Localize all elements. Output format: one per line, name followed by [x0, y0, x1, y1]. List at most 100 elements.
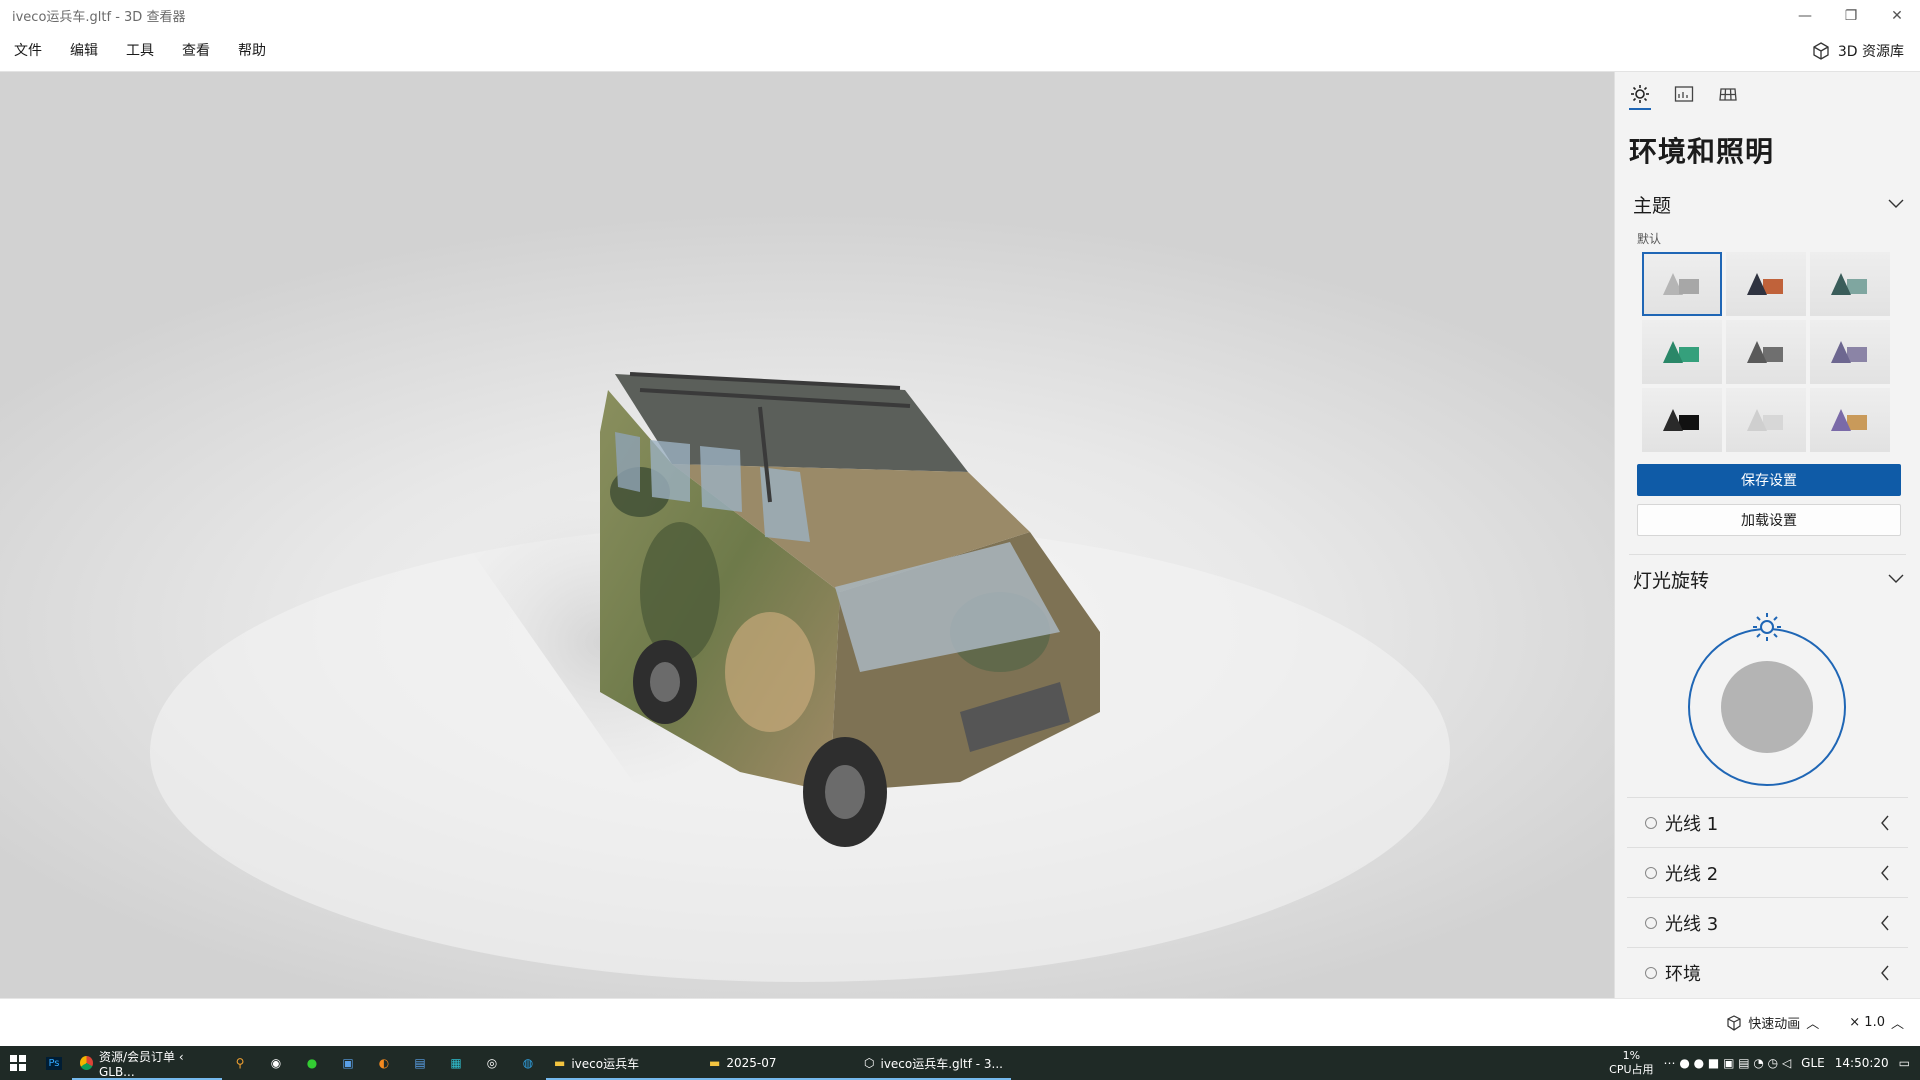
theme-default-label: 默认	[1637, 232, 1662, 246]
light-row-environment[interactable]: 环境	[1627, 947, 1908, 997]
cube-icon: ⬡	[864, 1056, 875, 1070]
theme-option[interactable]	[1810, 320, 1890, 384]
window-title: iveco运兵车.gltf - 3D 查看器	[12, 10, 186, 25]
speed-value: × 1.0	[1849, 1015, 1885, 1030]
theme-section-header[interactable]: 主题	[1615, 182, 1920, 226]
menu-bar: 文件 编辑 工具 查看 帮助 3D 资源库	[0, 31, 1920, 72]
theme-preview-icon	[1831, 273, 1867, 295]
3d-library-button[interactable]: 3D 资源库	[1812, 41, 1904, 61]
photoshop-icon[interactable]: Ps	[36, 1046, 72, 1080]
wechat-icon[interactable]: ●	[294, 1046, 330, 1080]
edge-icon[interactable]: ◍	[510, 1046, 546, 1080]
animation-label: 快速动画	[1748, 1017, 1801, 1032]
light-1-radio[interactable]	[1645, 816, 1657, 829]
theme-grid	[1615, 252, 1920, 452]
taskbar-app-chrome[interactable]: 资源/会员订单 ‹ GLB...	[72, 1046, 222, 1080]
theme-option[interactable]	[1726, 388, 1806, 452]
animation-selector[interactable]: 快速动画 ︿	[1726, 1013, 1819, 1032]
light-3-label: 光线 3	[1665, 913, 1719, 935]
theme-preview-icon	[1663, 409, 1699, 431]
3d-library-label: 3D 资源库	[1837, 44, 1904, 60]
light-2-radio[interactable]	[1645, 866, 1657, 879]
light-row-2[interactable]: 光线 2	[1627, 847, 1908, 897]
van-model	[150, 372, 1450, 982]
menu-edit[interactable]: 编辑	[56, 31, 112, 72]
taskbar-app-label: 资源/会员订单 ‹ GLB...	[98, 1049, 184, 1079]
chevron-left-icon	[1881, 815, 1889, 830]
close-icon: ✕	[1891, 7, 1903, 24]
light-rotation-dial[interactable]	[1667, 609, 1867, 789]
chevron-left-icon	[1881, 865, 1889, 880]
folder-icon: ▬	[709, 1056, 721, 1070]
restore-button[interactable]: ❐	[1828, 0, 1874, 31]
taskbar-app-folder[interactable]: ▬ iveco运兵车	[546, 1046, 701, 1080]
system-tray: 1% CPU占用 ⋯ ● ● ■ ▣ ▤ ◔ ◷ ◁ GLE 14:50:20 …	[1609, 1049, 1920, 1077]
theme-option[interactable]	[1810, 252, 1890, 316]
app-3-icon[interactable]: ▤	[402, 1046, 438, 1080]
light-sphere	[1721, 661, 1813, 753]
load-settings-button[interactable]: 加载设置	[1637, 504, 1901, 536]
chevron-down-icon	[1888, 199, 1904, 208]
cpu-value: 1%	[1622, 1049, 1641, 1062]
folder-icon: ▬	[554, 1056, 566, 1070]
3d-viewport[interactable]	[0, 72, 1614, 998]
ime-indicator[interactable]: GLE	[1801, 1056, 1825, 1070]
theme-option[interactable]	[1642, 252, 1722, 316]
menu-help[interactable]: 帮助	[224, 31, 280, 72]
chevron-left-icon	[1881, 915, 1889, 930]
menu-file[interactable]: 文件	[0, 31, 56, 72]
taskbar-app-folder-2[interactable]: ▬ 2025-07	[701, 1046, 856, 1080]
light-1-label: 光线 1	[1665, 813, 1719, 835]
light-row-3[interactable]: 光线 3	[1627, 897, 1908, 947]
light-3-radio[interactable]	[1645, 916, 1657, 929]
minimize-button[interactable]: —	[1782, 0, 1828, 31]
start-button[interactable]	[0, 1046, 36, 1080]
search-tool-icon[interactable]: ⚲	[222, 1046, 258, 1080]
app-3b-icon[interactable]: ▦	[438, 1046, 474, 1080]
animation-cube-icon	[1727, 1014, 1741, 1031]
light-row-1[interactable]: 光线 1	[1627, 797, 1908, 847]
browser-icon[interactable]: ◎	[474, 1046, 510, 1080]
security-app-icon[interactable]: ▣	[330, 1046, 366, 1080]
theme-preview-icon	[1747, 273, 1783, 295]
panel-title: 环境和照明	[1629, 135, 1775, 168]
theme-preview-icon	[1747, 409, 1783, 431]
sun-icon	[1631, 85, 1649, 103]
environment-panel: 环境和照明 主题 默认 保存设置 加载设置 灯光旋转 光线 1 光线 2 光线 …	[1614, 72, 1920, 998]
clock[interactable]: 14:50:20	[1835, 1056, 1889, 1070]
close-button[interactable]: ✕	[1874, 0, 1920, 31]
save-settings-button[interactable]: 保存设置	[1637, 464, 1901, 496]
blender-icon[interactable]: ◐	[366, 1046, 402, 1080]
theme-preview-icon	[1831, 409, 1867, 431]
rotation-heading: 灯光旋转	[1633, 569, 1710, 592]
theme-preview-icon	[1831, 341, 1867, 363]
theme-option[interactable]	[1726, 252, 1806, 316]
menu-view[interactable]: 查看	[168, 31, 224, 72]
menu-tools[interactable]: 工具	[112, 31, 168, 72]
cpu-label: CPU占用	[1609, 1063, 1654, 1076]
theme-option[interactable]	[1726, 320, 1806, 384]
tab-grid[interactable]	[1717, 84, 1739, 114]
speed-selector[interactable]: × 1.0 ︿	[1849, 1013, 1904, 1032]
environment-radio[interactable]	[1645, 966, 1657, 979]
taskbar-app-3d-viewer[interactable]: ⬡ iveco运兵车.gltf - 3...	[856, 1046, 1011, 1080]
qq-icon[interactable]: ◉	[258, 1046, 294, 1080]
theme-heading: 主题	[1633, 194, 1672, 217]
rotation-section-header[interactable]: 灯光旋转	[1615, 557, 1920, 601]
theme-option[interactable]	[1810, 388, 1890, 452]
chevron-up-icon: ︿	[1806, 1017, 1820, 1032]
sun-handle-icon	[1753, 613, 1781, 641]
theme-preview-icon	[1663, 273, 1699, 295]
tab-lighting[interactable]	[1629, 84, 1651, 114]
theme-option[interactable]	[1642, 388, 1722, 452]
chevron-up-icon: ︿	[1890, 1017, 1904, 1032]
light-2-label: 光线 2	[1665, 863, 1719, 885]
cube-icon	[1813, 42, 1829, 60]
title-bar: iveco运兵车.gltf - 3D 查看器 — ❐ ✕	[0, 0, 1920, 31]
notification-icon[interactable]: ▭	[1899, 1056, 1910, 1070]
tray-icons[interactable]: ⋯ ● ● ■ ▣ ▤ ◔ ◷ ◁	[1664, 1056, 1792, 1070]
taskbar-app-label: iveco运兵车	[571, 1056, 640, 1071]
theme-option[interactable]	[1642, 320, 1722, 384]
tab-stats[interactable]	[1673, 84, 1695, 114]
chevron-down-icon	[1888, 574, 1904, 583]
